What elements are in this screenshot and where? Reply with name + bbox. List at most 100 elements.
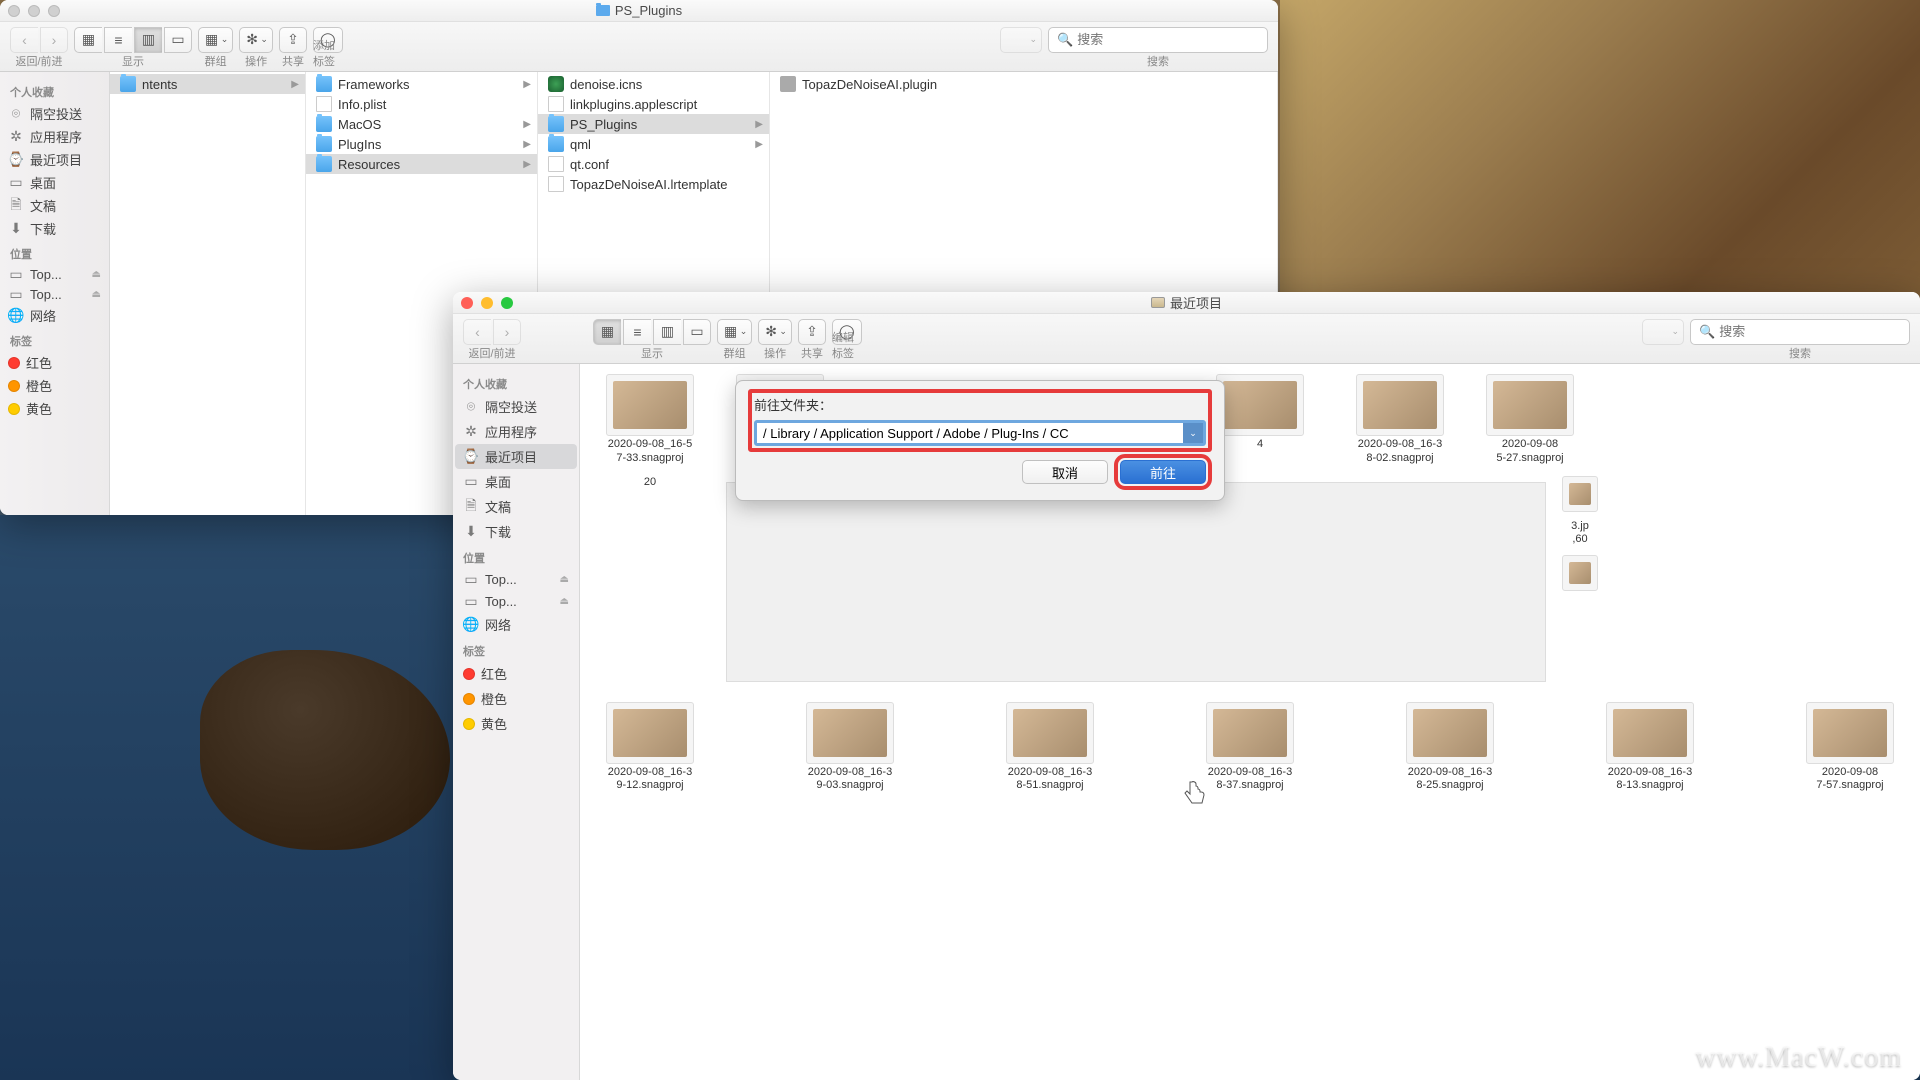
sidebar-item-label: 应用程序 [485, 422, 537, 441]
file-item[interactable]: 2020-09-08_16-38-02.snagproj [1340, 374, 1460, 466]
list-view-button[interactable]: ≡ [104, 27, 132, 53]
zoom-button[interactable] [48, 5, 60, 17]
sidebar-item-2[interactable]: ⌚最近项目 [2, 148, 107, 171]
share-button[interactable]: ⇪ [798, 319, 826, 345]
sidebar-item-1[interactable]: ✲应用程序 [455, 419, 577, 444]
file-item[interactable]: 2020-09-08_16-57-33.snagproj [590, 374, 710, 466]
sidebar-item-3[interactable]: ▭桌面 [2, 171, 107, 194]
column-view-button[interactable]: ▥ [134, 27, 162, 53]
close-button[interactable] [8, 5, 20, 17]
minimize-button[interactable] [481, 297, 493, 309]
file-row[interactable]: TopazDeNoiseAI.lrtemplate [538, 174, 769, 194]
search-input[interactable] [1719, 324, 1901, 339]
path-dropdown[interactable] [1000, 27, 1042, 53]
file-item[interactable]: 20 [590, 476, 710, 490]
path-dropdown-icon[interactable]: ⌄ [1183, 423, 1203, 443]
file-item[interactable]: 2020-09-08_16-39-12.snagproj [590, 702, 710, 794]
file-thumbnail[interactable] [1562, 476, 1598, 512]
file-row[interactable]: Frameworks▶ [306, 74, 537, 94]
file-row[interactable]: qt.conf [538, 154, 769, 174]
sidebar-location-2[interactable]: 🌐网络 [2, 304, 107, 327]
forward-button[interactable]: › [40, 27, 68, 53]
chevron-right-icon: ▶ [755, 119, 763, 130]
sidebar-item-0[interactable]: ⌾隔空投送 [2, 102, 107, 125]
file-row[interactable]: Info.plist [306, 94, 537, 114]
gallery-view-button[interactable]: ▭ [164, 27, 192, 53]
sidebar-tag-1[interactable]: 橙色 [455, 686, 577, 711]
search-field[interactable]: 🔍 [1690, 319, 1910, 345]
sidebar-location-0[interactable]: ▭Top...⏏ [455, 568, 577, 590]
sidebar-tag-1[interactable]: 橙色 [2, 374, 107, 397]
view-group: ▦ ≡ ▥ ▭ [74, 27, 192, 53]
gallery-view-button[interactable]: ▭ [683, 319, 711, 345]
sidebar-item-label: Top... [30, 267, 62, 282]
titlebar[interactable]: 最近项目 [453, 292, 1920, 314]
sidebar-tag-0[interactable]: 红色 [2, 351, 107, 374]
share-button[interactable]: ⇪ [279, 27, 307, 53]
sidebar-item-2[interactable]: ⌚最近项目 [455, 444, 577, 469]
back-button[interactable]: ‹ [10, 27, 38, 53]
file-item[interactable]: 2020-09-08_16-39-03.snagproj [790, 702, 910, 794]
sidebar-location-2[interactable]: 🌐网络 [455, 612, 577, 637]
go-button[interactable]: 前往 [1120, 460, 1206, 484]
file-item[interactable]: 2020-09-087-57.snagproj [1790, 702, 1910, 794]
forward-button[interactable]: › [493, 319, 521, 345]
file-item[interactable]: 2020-09-085-27.snagproj [1470, 374, 1590, 466]
file-item[interactable]: 2020-09-08_16-38-51.snagproj [990, 702, 1110, 794]
file-name: 2020-09-08_16-38-02.snagproj [1358, 438, 1442, 466]
file-row[interactable]: Resources▶ [306, 154, 537, 174]
eject-icon[interactable]: ⏏ [92, 289, 101, 300]
eject-icon[interactable]: ⏏ [560, 596, 569, 607]
file-name: qt.conf [570, 157, 609, 172]
file-row[interactable]: qml▶ [538, 134, 769, 154]
group-button[interactable]: ▦ [198, 27, 233, 53]
file-thumbnail[interactable] [1562, 555, 1598, 591]
close-button[interactable] [461, 297, 473, 309]
icon-view-button[interactable]: ▦ [593, 319, 621, 345]
search-field[interactable]: 🔍 [1048, 27, 1268, 53]
file-name: Info.plist [338, 97, 386, 112]
sidebar-tag-2[interactable]: 黄色 [2, 397, 107, 420]
sidebar-tag-2[interactable]: 黄色 [455, 711, 577, 736]
zoom-button[interactable] [501, 297, 513, 309]
list-view-button[interactable]: ≡ [623, 319, 651, 345]
sidebar-item-4[interactable]: 🗎文稿 [2, 194, 107, 217]
search-input[interactable] [1077, 32, 1259, 47]
file-row[interactable]: ntents▶ [110, 74, 305, 94]
back-button[interactable]: ‹ [463, 319, 491, 345]
path-combobox[interactable]: ⌄ [754, 420, 1206, 446]
file-row[interactable]: PlugIns▶ [306, 134, 537, 154]
column-view-button[interactable]: ▥ [653, 319, 681, 345]
sidebar-item-5[interactable]: ⬇下载 [2, 217, 107, 240]
sidebar-location-1[interactable]: ▭Top...⏏ [455, 590, 577, 612]
eject-icon[interactable]: ⏏ [560, 574, 569, 585]
file-row[interactable]: PS_Plugins▶ [538, 114, 769, 134]
file-row[interactable]: denoise.icns [538, 74, 769, 94]
action-button[interactable]: ✻ [758, 319, 792, 345]
window-title: 最近项目 [1151, 293, 1222, 312]
sidebar-item-0[interactable]: ⌾隔空投送 [455, 394, 577, 419]
sidebar-item-5[interactable]: ⬇下载 [455, 519, 577, 544]
file-item[interactable]: 2020-09-08_16-38-25.snagproj [1390, 702, 1510, 794]
minimize-button[interactable] [28, 5, 40, 17]
cancel-button[interactable]: 取消 [1022, 460, 1108, 484]
sidebar-item-3[interactable]: ▭桌面 [455, 469, 577, 494]
group-button[interactable]: ▦ [717, 319, 752, 345]
file-item[interactable]: 2020-09-08_16-38-37.snagproj [1190, 702, 1310, 794]
file-row[interactable]: TopazDeNoiseAI.plugin [770, 74, 1277, 94]
eject-icon[interactable]: ⏏ [92, 269, 101, 280]
path-input[interactable] [757, 426, 1183, 441]
sidebar-item-4[interactable]: 🗎文稿 [455, 494, 577, 519]
sidebar-location-0[interactable]: ▭Top...⏏ [2, 264, 107, 284]
path-dropdown[interactable] [1642, 319, 1684, 345]
action-button[interactable]: ✻ [239, 27, 273, 53]
sidebar-tag-0[interactable]: 红色 [455, 661, 577, 686]
sidebar-location-1[interactable]: ▭Top...⏏ [2, 284, 107, 304]
sidebar-item-1[interactable]: ✲应用程序 [2, 125, 107, 148]
file-row[interactable]: linkplugins.applescript [538, 94, 769, 114]
titlebar[interactable]: PS_Plugins [0, 0, 1278, 22]
file-icon [548, 156, 564, 172]
file-item[interactable]: 2020-09-08_16-38-13.snagproj [1590, 702, 1710, 794]
file-row[interactable]: MacOS▶ [306, 114, 537, 134]
icon-view-button[interactable]: ▦ [74, 27, 102, 53]
